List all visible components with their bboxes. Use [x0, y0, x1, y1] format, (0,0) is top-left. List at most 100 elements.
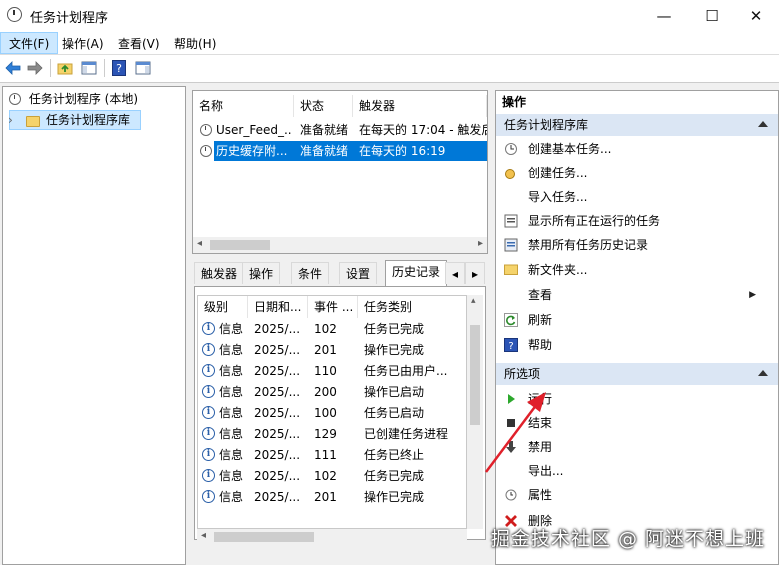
history-event: 102 [314, 469, 337, 483]
scrollbar-thumb[interactable] [214, 532, 314, 542]
tab-scroll-right-button[interactable]: ▸ [465, 262, 485, 284]
title-bar: 任务计划程序 — ☐ ✕ [0, 0, 779, 32]
action-label: 禁用所有任务历史记录 [528, 238, 649, 252]
history-level: 信息 [219, 469, 244, 483]
menu-file[interactable]: 文件(F) [0, 32, 59, 54]
show-hide-console-tree-icon[interactable] [80, 59, 98, 77]
history-level: 信息 [219, 427, 244, 441]
tree-item-task-library[interactable]: › 任务计划程序库 [8, 110, 141, 131]
history-event: 201 [314, 343, 337, 357]
history-list: 级别 日期和... 事件 ... 任务类别 i 信息 2025/... 102 任务已完… [197, 295, 467, 529]
menu-bar: 文件(F) 操作(A) 查看(V) 帮助(H) [0, 32, 779, 55]
tab-actions[interactable]: 操作 [242, 262, 281, 284]
action-label: 新文件夹... [528, 263, 588, 277]
info-icon: i [202, 448, 215, 461]
back-arrow-icon[interactable] [4, 59, 22, 77]
menu-help[interactable]: 帮助(H) [174, 35, 216, 52]
history-level: 信息 [219, 322, 244, 336]
action-item[interactable]: 新文件夹... [496, 258, 778, 282]
history-date: 2025/... [254, 448, 301, 462]
column-header-date[interactable]: 日期和... [248, 296, 308, 318]
table-row[interactable]: i 信息 2025/... 100 任务已启动 [198, 403, 466, 423]
action-item[interactable]: 创建任务... [496, 161, 778, 185]
column-header-event[interactable]: 事件 ... [308, 296, 358, 318]
table-row[interactable]: i 信息 2025/... 110 任务已由用户... [198, 361, 466, 381]
table-row[interactable]: i 信息 2025/... 200 操作已启动 [198, 382, 466, 402]
tab-scroll-left-button[interactable]: ◂ [445, 262, 465, 284]
watermark: 掘金技术社区 @ 阿迷不想上班 [490, 528, 765, 550]
tree-root-local[interactable]: 任务计划程序 (本地) [9, 90, 138, 108]
clock-icon [9, 93, 21, 105]
horizontal-scrollbar[interactable]: ◂ [197, 529, 467, 545]
action-item[interactable]: ? 帮助 [496, 333, 778, 357]
up-folder-icon[interactable] [56, 59, 74, 77]
tab-settings[interactable]: 设置 [339, 262, 378, 284]
svg-text:?: ? [116, 62, 122, 75]
history-date: 2025/... [254, 469, 301, 483]
tree-root-label: 任务计划程序 (本地) [28, 92, 139, 106]
action-item[interactable]: 刷新 [496, 308, 778, 332]
action-item[interactable]: 查看 ▶ [496, 283, 778, 307]
tab-conditions[interactable]: 条件 [291, 262, 330, 284]
column-header-name[interactable]: 名称 [193, 95, 294, 117]
library-folder-icon [26, 113, 40, 131]
scroll-up-icon[interactable]: ▴ [471, 296, 476, 306]
column-header-category[interactable]: 任务类别 [358, 296, 466, 318]
scrollbar-thumb[interactable] [470, 325, 480, 425]
table-row[interactable]: i 信息 2025/... 201 操作已完成 [198, 340, 466, 360]
action-item[interactable]: 导入任务... [496, 185, 778, 209]
action-label: 刷新 [528, 313, 553, 327]
expand-chevron-icon[interactable]: › [8, 111, 13, 129]
history-level: 信息 [219, 343, 244, 357]
collapse-arrow-icon[interactable] [758, 370, 768, 376]
history-level: 信息 [219, 385, 244, 399]
action-item[interactable]: 显示所有正在运行的任务 [496, 209, 778, 233]
info-icon: i [202, 364, 215, 377]
scrollbar-thumb[interactable] [210, 240, 270, 250]
history-date: 2025/... [254, 490, 301, 504]
history-category: 任务已完成 [364, 469, 425, 483]
window-title: 任务计划程序 [30, 11, 109, 26]
scroll-left-icon[interactable]: ◂ [201, 530, 206, 541]
create-task-icon [504, 166, 518, 180]
horizontal-scrollbar[interactable]: ◂ ▸ [193, 237, 487, 253]
table-row[interactable]: i 信息 2025/... 102 任务已完成 [198, 466, 466, 486]
table-row[interactable]: i 信息 2025/... 111 任务已终止 [198, 445, 466, 465]
history-level: 信息 [219, 448, 244, 462]
menu-action[interactable]: 操作(A) [62, 35, 104, 52]
show-hide-action-pane-icon[interactable] [134, 59, 152, 77]
task-trigger: 在每天的 17:04 - 触发后, [359, 123, 487, 137]
action-item[interactable]: 禁用所有任务历史记录 [496, 233, 778, 257]
action-item[interactable]: 创建基本任务... [496, 137, 778, 161]
minimize-button[interactable]: — [641, 0, 687, 32]
task-status: 准备就绪 [300, 144, 349, 158]
running-tasks-icon [504, 214, 518, 228]
info-icon: i [202, 490, 215, 503]
table-row[interactable]: i 信息 2025/... 201 操作已完成 [198, 487, 466, 507]
action-item[interactable]: 属性 [496, 483, 778, 507]
column-header-level[interactable]: 级别 [198, 296, 248, 318]
column-header-status[interactable]: 状态 [294, 95, 353, 117]
table-row[interactable]: i 信息 2025/... 129 已创建任务进程 [198, 424, 466, 444]
history-category: 任务已终止 [364, 448, 425, 462]
close-button[interactable]: ✕ [733, 0, 779, 32]
section-task-library[interactable]: 任务计划程序库 [496, 114, 778, 136]
history-event: 100 [314, 406, 337, 420]
task-scheduler-clock-icon [7, 7, 22, 22]
scroll-right-icon[interactable]: ▸ [478, 238, 483, 249]
tab-triggers[interactable]: 触发器 [194, 262, 245, 284]
maximize-button[interactable]: ☐ [689, 0, 735, 32]
info-icon: i [202, 322, 215, 335]
scroll-left-icon[interactable]: ◂ [197, 238, 202, 249]
section-selected-item[interactable]: 所选项 [496, 363, 778, 385]
section-label: 任务计划程序库 [504, 118, 589, 132]
help-icon[interactable]: ? [110, 59, 128, 77]
forward-arrow-icon[interactable] [26, 59, 44, 77]
task-status: 准备就绪 [300, 123, 349, 137]
tab-history[interactable]: 历史记录 [385, 260, 448, 286]
table-row[interactable]: i 信息 2025/... 102 任务已完成 [198, 319, 466, 339]
column-header-trigger[interactable]: 触发器 [353, 95, 487, 117]
menu-view[interactable]: 查看(V) [118, 35, 160, 52]
collapse-arrow-icon[interactable] [758, 121, 768, 127]
history-date: 2025/... [254, 385, 301, 399]
